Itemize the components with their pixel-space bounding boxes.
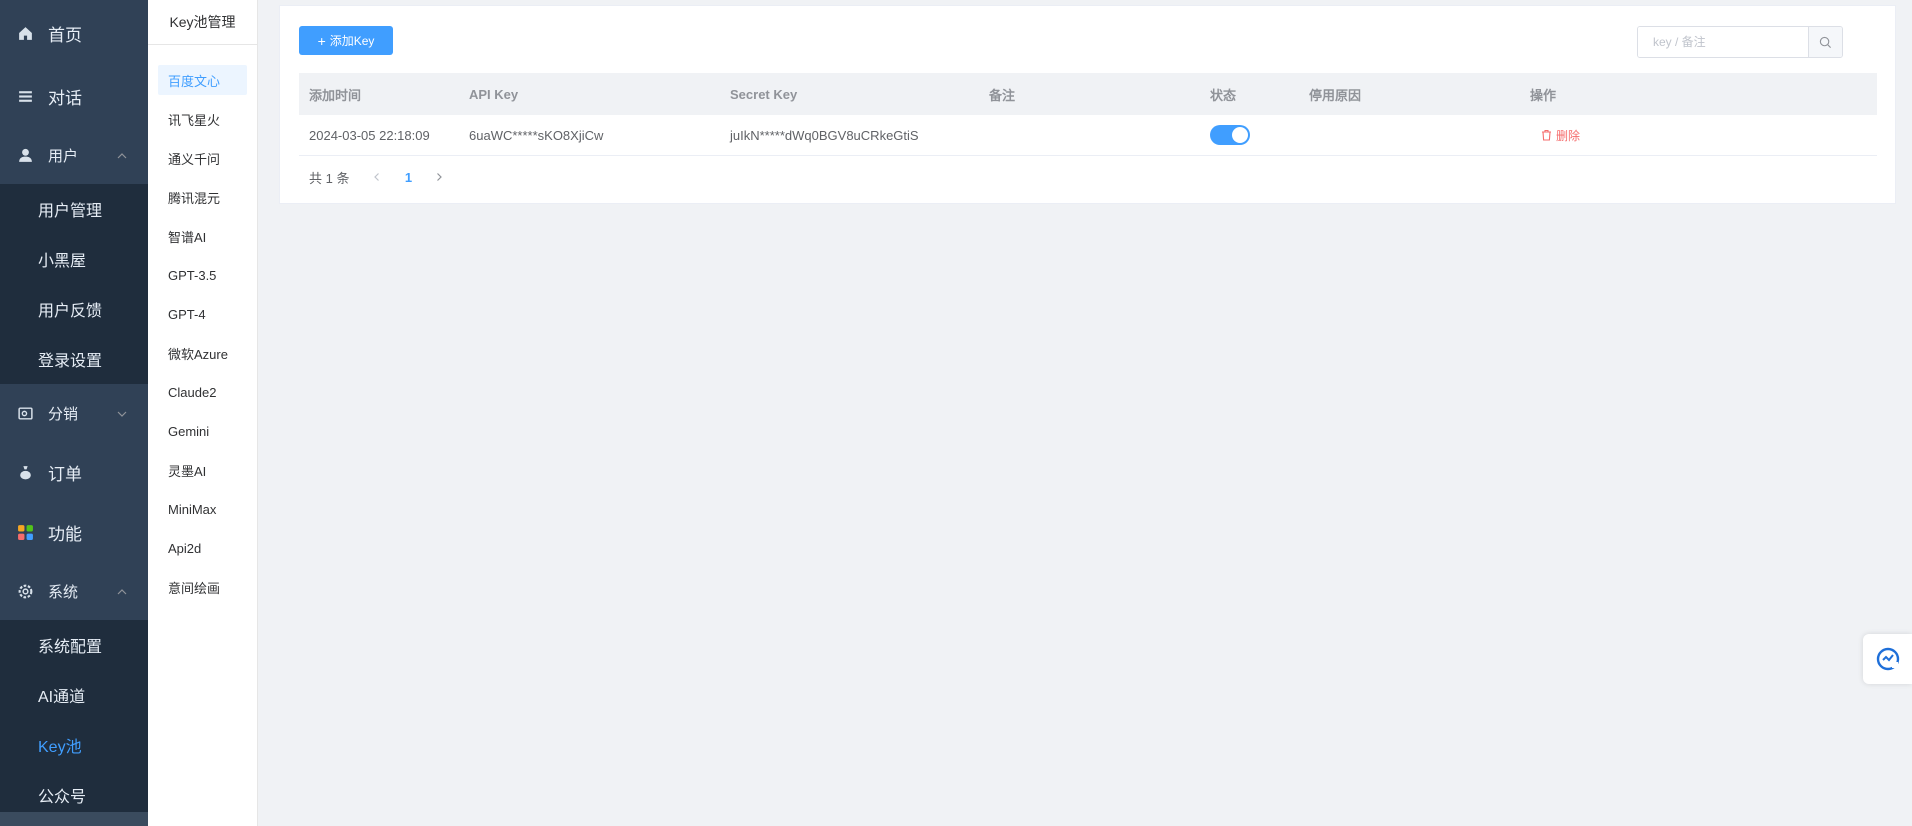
provider-item-zhipu[interactable]: 智谱AI — [158, 221, 247, 251]
provider-item-lingmo[interactable]: 灵墨AI — [158, 455, 247, 485]
provider-item-gpt35[interactable]: GPT-3.5 — [158, 260, 247, 290]
key-pool-card: + 添加Key 添加时间 API Key Secret Key 备注 状态 停用… — [279, 5, 1896, 204]
sidebar-subitem-system-config[interactable]: 系统配置 — [0, 620, 148, 670]
distribution-icon — [16, 404, 34, 422]
prev-page-button[interactable] — [365, 165, 389, 189]
provider-item-baidu[interactable]: 百度文心 — [158, 65, 247, 95]
table-header: 添加时间 API Key Secret Key 备注 状态 停用原因 操作 — [299, 73, 1877, 115]
sidebar-item-distribution[interactable]: 分销 — [0, 384, 148, 442]
sidebar-item-user[interactable]: 用户 — [0, 126, 148, 184]
list-icon — [16, 87, 34, 105]
search-input[interactable] — [1638, 27, 1808, 57]
cell-actions: 删除 — [1520, 127, 1670, 144]
sidebar: 首页 对话 用户 用户管理 小黑屋 用户反馈 登录设置 分销 订单 功能 系统 … — [0, 0, 148, 826]
header-reason: 停用原因 — [1309, 87, 1362, 103]
cell-secret-key: juIkN*****dWq0BGV8uCRkeGtiS — [730, 127, 919, 143]
submenu-system: 系统配置 AI通道 Key池 公众号 — [0, 620, 148, 820]
provider-panel-title: Key池管理 — [148, 0, 257, 45]
plus-icon: + — [317, 32, 326, 49]
cell-api-key: 6uaWC*****sKO8XjiCw — [469, 127, 604, 143]
sidebar-subitem-user-management[interactable]: 用户管理 — [0, 184, 148, 234]
provider-item-gemini[interactable]: Gemini — [158, 416, 247, 446]
provider-panel: Key池管理 百度文心 讯飞星火 通义千问 腾讯混元 智谱AI GPT-3.5 … — [148, 0, 258, 826]
sidebar-item-home[interactable]: 首页 — [0, 0, 148, 66]
sidebar-item-label: 用户 — [48, 147, 79, 165]
header-time: 添加时间 — [309, 87, 362, 103]
provider-list: 百度文心 讯飞星火 通义千问 腾讯混元 智谱AI GPT-3.5 GPT-4 微… — [148, 45, 257, 602]
add-key-button[interactable]: + 添加Key — [299, 26, 393, 55]
money-bag-icon — [16, 463, 34, 481]
provider-item-azure[interactable]: 微软Azure — [158, 338, 247, 368]
apps-icon — [16, 523, 34, 541]
provider-item-minimax[interactable]: MiniMax — [158, 494, 247, 524]
chevron-right-icon — [437, 173, 443, 181]
header-actions: 操作 — [1530, 87, 1557, 103]
header-status: 状态 — [1210, 87, 1237, 103]
delete-button[interactable]: 删除 — [1541, 127, 1670, 144]
home-icon — [16, 24, 34, 42]
sidebar-item-label: 订单 — [48, 464, 82, 484]
header-secret-key: Secret Key — [730, 86, 798, 102]
status-toggle[interactable] — [1210, 125, 1250, 145]
sidebar-subitem-feedback[interactable]: 用户反馈 — [0, 284, 148, 334]
provider-item-tongyi[interactable]: 通义千问 — [158, 143, 247, 173]
floating-assistant-button[interactable] — [1863, 634, 1912, 684]
chevron-up-icon — [117, 153, 127, 159]
search-icon — [1819, 36, 1832, 48]
pagination-total: 共 1 条 — [309, 170, 350, 186]
sidebar-footer — [0, 812, 148, 826]
provider-item-gpt4[interactable]: GPT-4 — [158, 299, 247, 329]
pagination: 共 1 条 1 — [299, 163, 451, 191]
key-table: 添加时间 API Key Secret Key 备注 状态 停用原因 操作 20… — [299, 73, 1877, 156]
header-note: 备注 — [989, 87, 1016, 103]
sidebar-item-label: 对话 — [48, 88, 82, 108]
header-api-key: API Key — [469, 86, 519, 102]
sidebar-item-chat[interactable]: 对话 — [0, 66, 148, 126]
delete-label: 删除 — [1556, 128, 1581, 143]
sidebar-item-label: 分销 — [48, 405, 79, 423]
table-row: 2024-03-05 22:18:09 6uaWC*****sKO8XjiCw … — [299, 115, 1877, 156]
toggle-knob — [1232, 127, 1248, 143]
sidebar-item-system[interactable]: 系统 — [0, 562, 148, 620]
sidebar-subitem-ai-channel[interactable]: AI通道 — [0, 670, 148, 720]
chevron-down-icon — [117, 411, 127, 417]
sidebar-item-features[interactable]: 功能 — [0, 502, 148, 562]
next-page-button[interactable] — [427, 165, 451, 189]
search-button[interactable] — [1808, 27, 1842, 57]
provider-item-xunfei[interactable]: 讯飞星火 — [158, 104, 247, 134]
sidebar-item-label: 系统 — [48, 583, 79, 601]
sidebar-subitem-login-settings[interactable]: 登录设置 — [0, 334, 148, 384]
sidebar-item-label: 首页 — [48, 25, 82, 45]
chevron-up-icon — [117, 589, 127, 595]
sidebar-subitem-blacklist[interactable]: 小黑屋 — [0, 234, 148, 284]
provider-item-claude2[interactable]: Claude2 — [158, 377, 247, 407]
provider-item-hunyuan[interactable]: 腾讯混元 — [158, 182, 247, 212]
assistant-icon — [1876, 647, 1899, 671]
user-icon — [16, 146, 34, 164]
sidebar-item-orders[interactable]: 订单 — [0, 442, 148, 502]
gear-icon — [16, 582, 34, 600]
add-key-label: 添加Key — [329, 34, 375, 48]
provider-item-yijian[interactable]: 意间绘画 — [158, 572, 247, 602]
cell-status — [1200, 125, 1299, 145]
cell-time: 2024-03-05 22:18:09 — [309, 127, 430, 143]
page-number-button[interactable]: 1 — [389, 165, 427, 189]
sidebar-subitem-key-pool[interactable]: Key池 — [0, 720, 148, 770]
sidebar-item-label: 功能 — [48, 524, 82, 544]
submenu-user: 用户管理 小黑屋 用户反馈 登录设置 — [0, 184, 148, 384]
provider-item-api2d[interactable]: Api2d — [158, 533, 247, 563]
trash-icon — [1542, 129, 1551, 141]
search-group — [1637, 26, 1843, 58]
chevron-left-icon — [374, 173, 380, 181]
